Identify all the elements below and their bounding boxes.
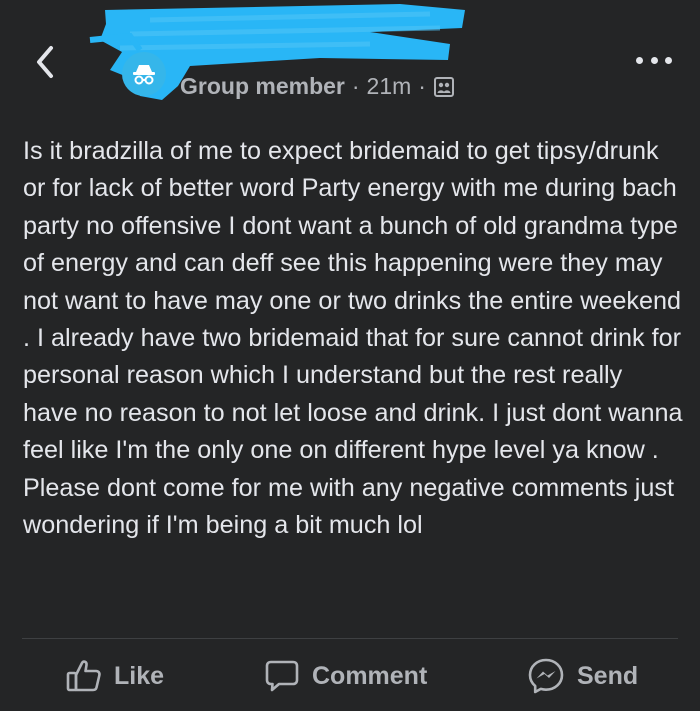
chevron-left-icon [37,46,53,78]
post-time[interactable]: 21m [367,73,412,100]
avatar[interactable] [122,52,166,96]
meta-separator: · [418,73,426,99]
comment-button[interactable]: Comment [264,650,427,702]
group-privacy-icon [433,76,455,98]
more-horizontal-icon [636,56,643,64]
like-button[interactable]: Like [66,650,164,702]
send-button[interactable]: Send [527,650,638,702]
more-horizontal-icon [650,56,658,64]
post-actions: Like Comment Send [0,650,700,705]
post-header: Group member · 21m · [0,0,700,120]
anonymous-member-icon [133,65,155,85]
author-role[interactable]: Group member [180,73,345,100]
like-label: Like [114,661,165,690]
back-button[interactable] [28,42,62,82]
comment-label: Comment [312,661,428,690]
more-horizontal-icon [665,56,672,64]
post-body-text: Is it bradzilla of me to expect bridemai… [23,137,683,540]
thumbs-up-icon [66,659,102,693]
messenger-icon [527,657,565,695]
more-options-button[interactable] [636,48,672,72]
post-meta: Group member · 21m · [180,73,455,100]
divider [22,638,678,639]
send-label: Send [577,661,639,690]
comment-bubble-icon [264,659,300,693]
meta-separator: · [351,73,360,99]
